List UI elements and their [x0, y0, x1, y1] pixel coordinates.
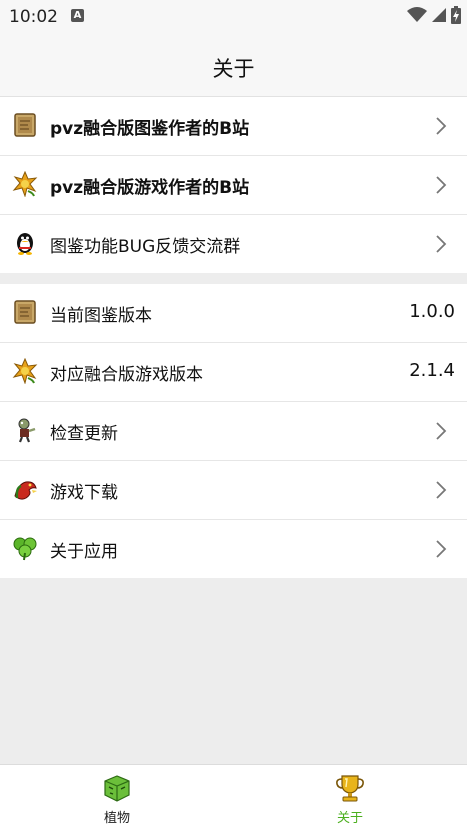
version-value: 1.0.0	[409, 301, 455, 322]
chevron-right-icon	[436, 422, 447, 440]
list-item-label: 当前图鉴版本	[50, 306, 152, 326]
list-item-game-version: 对应融合版游戏版本 2.1.4	[0, 343, 467, 402]
info-group: 当前图鉴版本 1.0.0 对应融合版游戏版本 2.1.4 检查更新 游戏下载 关…	[0, 284, 467, 578]
list-item-game-author-bilibili[interactable]: pvz融合版游戏作者的B站	[0, 156, 467, 215]
signal-icon	[432, 8, 446, 22]
chevron-right-icon	[436, 540, 447, 558]
list-item-label: 图鉴功能BUG反馈交流群	[50, 237, 241, 257]
status-time: 10:02	[9, 7, 58, 27]
dragon-icon	[14, 481, 37, 500]
qq-penguin-icon	[17, 233, 33, 255]
app-bar: 关于	[0, 34, 467, 97]
list-item-label: 对应融合版游戏版本	[50, 365, 203, 385]
book-icon	[14, 300, 36, 324]
wifi-icon	[407, 7, 427, 22]
trophy-icon	[336, 775, 364, 802]
book-icon	[14, 113, 36, 137]
tab-plants[interactable]: 植物	[57, 773, 177, 826]
bottom-navigation: 植物 关于	[0, 764, 467, 831]
list-item-check-update[interactable]: 检查更新	[0, 402, 467, 461]
list-item-about-app[interactable]: 关于应用	[0, 520, 467, 578]
zombie-icon	[18, 418, 36, 443]
clover-icon	[13, 537, 37, 561]
battery-icon	[451, 6, 461, 24]
list-item-bug-feedback-group[interactable]: 图鉴功能BUG反馈交流群	[0, 215, 467, 273]
chevron-right-icon	[436, 481, 447, 499]
page-title: 关于	[212, 57, 255, 81]
list-item-current-version: 当前图鉴版本 1.0.0	[0, 284, 467, 343]
chevron-right-icon	[436, 117, 447, 135]
list-item-label: pvz融合版游戏作者的B站	[50, 178, 250, 198]
list-item-label: 游戏下载	[50, 483, 118, 503]
list-item-label: 关于应用	[50, 542, 118, 562]
list-item-game-download[interactable]: 游戏下载	[0, 461, 467, 520]
tab-about[interactable]: 关于	[290, 773, 410, 826]
fire-flower-icon	[12, 171, 38, 197]
version-value: 2.1.4	[409, 360, 455, 381]
chevron-right-icon	[436, 235, 447, 253]
tab-about-label: 关于	[336, 811, 363, 826]
fire-flower-icon	[12, 358, 38, 384]
list-item-label: pvz融合版图鉴作者的B站	[50, 119, 250, 139]
notification-badge: A	[71, 9, 84, 22]
list-item-label: 检查更新	[50, 424, 118, 444]
status-bar: 10:02 A	[0, 0, 467, 34]
chevron-right-icon	[436, 176, 447, 194]
links-group: pvz融合版图鉴作者的B站 pvz融合版游戏作者的B站 图鉴功能BUG反馈交流群	[0, 97, 467, 273]
tab-plants-label: 植物	[103, 811, 130, 826]
plant-cube-icon	[104, 775, 130, 802]
list-item-author-bilibili[interactable]: pvz融合版图鉴作者的B站	[0, 97, 467, 156]
